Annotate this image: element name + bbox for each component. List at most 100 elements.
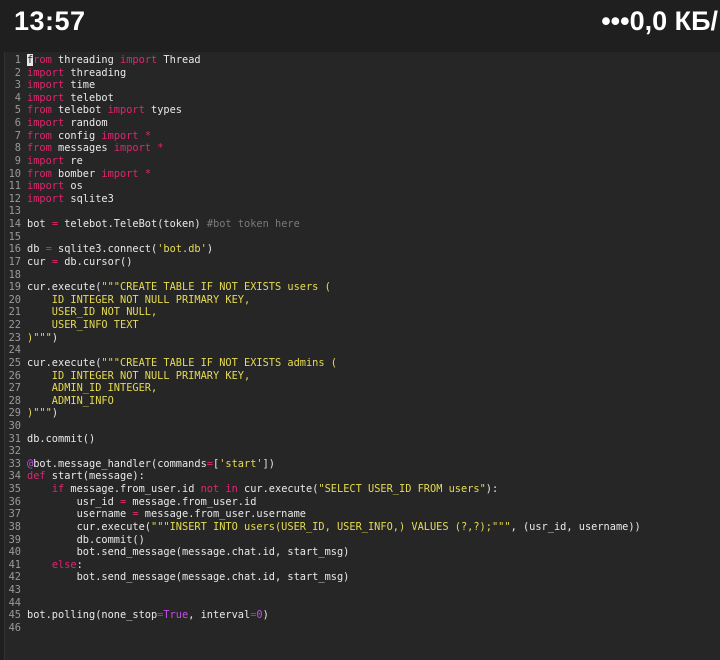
code-line[interactable]: 38 cur.execute("""INSERT INTO users(USER… (5, 521, 641, 534)
line-number: 24 (8, 344, 21, 357)
line-number: 25 (8, 356, 21, 369)
code-line[interactable]: 16 db = sqlite3.connect('bot.db') (5, 243, 213, 256)
code-token: types (144, 104, 183, 117)
code-line[interactable]: 30 (5, 420, 27, 433)
line-number: 45 (8, 609, 21, 622)
code-line[interactable]: 33 @bot.message_handler(commands=['start'… (5, 458, 275, 471)
code-line[interactable]: 37 username = message.from_user.username (5, 508, 306, 521)
code-line[interactable]: 17 cur = db.cursor() (5, 255, 133, 269)
code-token: not in (200, 483, 238, 496)
code-token: from (27, 167, 52, 180)
code-line[interactable]: 45 bot.polling(none_stop=True, interval=0… (5, 609, 269, 622)
line-number: 1 (14, 54, 21, 66)
line-number: 37 (8, 508, 21, 521)
code-token: if (51, 483, 65, 496)
code-token: #bot token here (206, 218, 300, 231)
code-token: bot (27, 218, 52, 231)
code-line[interactable]: 21 USER_ID NOT NULL, (5, 306, 158, 319)
status-time: 13:57 (14, 6, 86, 36)
code-token: usr_id (27, 495, 120, 508)
code-line[interactable]: 13 (5, 205, 27, 218)
code-line[interactable]: 39 db.commit() (5, 534, 145, 547)
code-token: sqlite3 (64, 192, 114, 205)
code-line[interactable]: 19 cur.execute("""CREATE TABLE IF NOT EXI… (5, 281, 331, 294)
code-line[interactable]: 28 ADMIN_INFO (5, 395, 114, 408)
line-number: 17 (8, 255, 21, 268)
code-token: 'start' (219, 457, 263, 470)
code-token: True (163, 609, 189, 622)
code-token: telebot (64, 91, 114, 104)
line-number: 33 (8, 457, 21, 470)
line-number: 23 (8, 331, 21, 344)
code-line[interactable]: 14 bot = telebot.TeleBot(token) #bot toke… (5, 218, 300, 231)
code-token: )""" (27, 407, 52, 420)
code-line[interactable]: 34 def start(message): (5, 470, 145, 483)
code-token: """CREATE TABLE IF NOT EXISTS users ( (101, 281, 331, 294)
code-token: import (27, 79, 65, 92)
code-token: ID INTEGER NOT NULL PRIMARY KEY, (27, 369, 251, 382)
code-token: def (27, 470, 46, 483)
code-line[interactable]: 5 from telebot import types (5, 104, 182, 117)
code-line[interactable]: 18 (5, 269, 27, 282)
code-line[interactable]: 12 import sqlite3 (5, 193, 114, 206)
line-number: 8 (14, 142, 21, 155)
code-token: bot.send_message(message.chat.id, start_… (27, 546, 350, 559)
code-token: import (27, 91, 65, 104)
code-line[interactable]: 24 (5, 344, 27, 357)
code-token: sqlite3.connect( (51, 243, 158, 256)
code-token: else (51, 558, 77, 571)
code-line[interactable]: 43 (5, 584, 27, 597)
code-line[interactable]: 44 (5, 597, 27, 610)
code-token: import (27, 180, 65, 193)
code-line[interactable]: 2 import threading (5, 67, 126, 80)
code-editor[interactable]: 1 from threading import Thread 2 import thr… (4, 52, 720, 660)
code-token: message.from_user.id (64, 483, 201, 496)
code-token: Thread (157, 54, 201, 66)
code-line[interactable]: 27 ADMIN_ID INTEGER, (5, 382, 158, 395)
code-line[interactable]: 25 cur.execute("""CREATE TABLE IF NOT EXI… (5, 357, 337, 370)
line-number: 5 (14, 104, 21, 117)
code-token: ): (485, 483, 499, 496)
code-token: config (51, 129, 102, 142)
code-line[interactable]: 35 if message.from_user.id not in cur.ex… (5, 483, 499, 496)
code-token: messages (51, 142, 114, 155)
code-token: """INSERT INTO users(USER_ID, USER_INFO,… (151, 520, 511, 533)
code-line[interactable]: 7 from config import * (5, 130, 151, 143)
code-line[interactable]: 41 else: (5, 559, 83, 572)
line-number: 28 (8, 394, 21, 407)
code-line[interactable]: 9 import re (5, 155, 83, 168)
code-line[interactable]: 29)""") (5, 407, 58, 420)
line-number: 31 (8, 432, 21, 445)
code-line[interactable]: 20 ID INTEGER NOT NULL PRIMARY KEY, (5, 293, 251, 307)
code-line[interactable]: 31 db.commit() (5, 432, 96, 446)
code-line[interactable]: 8 from messages import * (5, 142, 164, 155)
code-token: cur (27, 255, 52, 268)
code-line[interactable]: 3 import time (5, 79, 95, 92)
code-line[interactable]: 36 usr_id = message.from_user.id (5, 495, 257, 509)
line-number: 7 (14, 129, 21, 142)
code-line[interactable]: 22 USER_INFO TEXT (5, 319, 139, 332)
code-line[interactable]: 42 bot.send_message(message.chat.id, sta… (5, 571, 350, 584)
code-token: ) (262, 609, 269, 622)
code-line[interactable]: 32 (5, 445, 27, 458)
code-line[interactable]: 10 from bomber import * (5, 168, 151, 181)
code-line[interactable]: 4 import telebot (5, 92, 114, 105)
code-line[interactable]: 11 import os (5, 180, 83, 193)
code-line[interactable]: 6 import random (5, 117, 108, 130)
line-number: 14 (8, 218, 21, 231)
line-number: 12 (8, 192, 21, 205)
code-token: cur.execute( (27, 356, 102, 369)
line-number: 13 (8, 205, 21, 218)
code-line[interactable]: 40 bot.send_message(message.chat.id, sta… (5, 546, 350, 559)
code-line[interactable]: 15 (5, 231, 27, 244)
code-line[interactable]: 23)""") (5, 332, 58, 345)
code-token: rom (33, 54, 52, 66)
code-line[interactable]: 46 (5, 622, 27, 635)
scrollbar[interactable] (715, 52, 720, 660)
code-line[interactable]: 1 from threading import Thread (5, 54, 201, 67)
code-line[interactable]: 26 ID INTEGER NOT NULL PRIMARY KEY, (5, 369, 251, 383)
code-token: ID INTEGER NOT NULL PRIMARY KEY, (27, 293, 251, 306)
code-token: """CREATE TABLE IF NOT EXISTS admins ( (101, 356, 337, 369)
code-token: message.from_user.id (126, 495, 257, 508)
